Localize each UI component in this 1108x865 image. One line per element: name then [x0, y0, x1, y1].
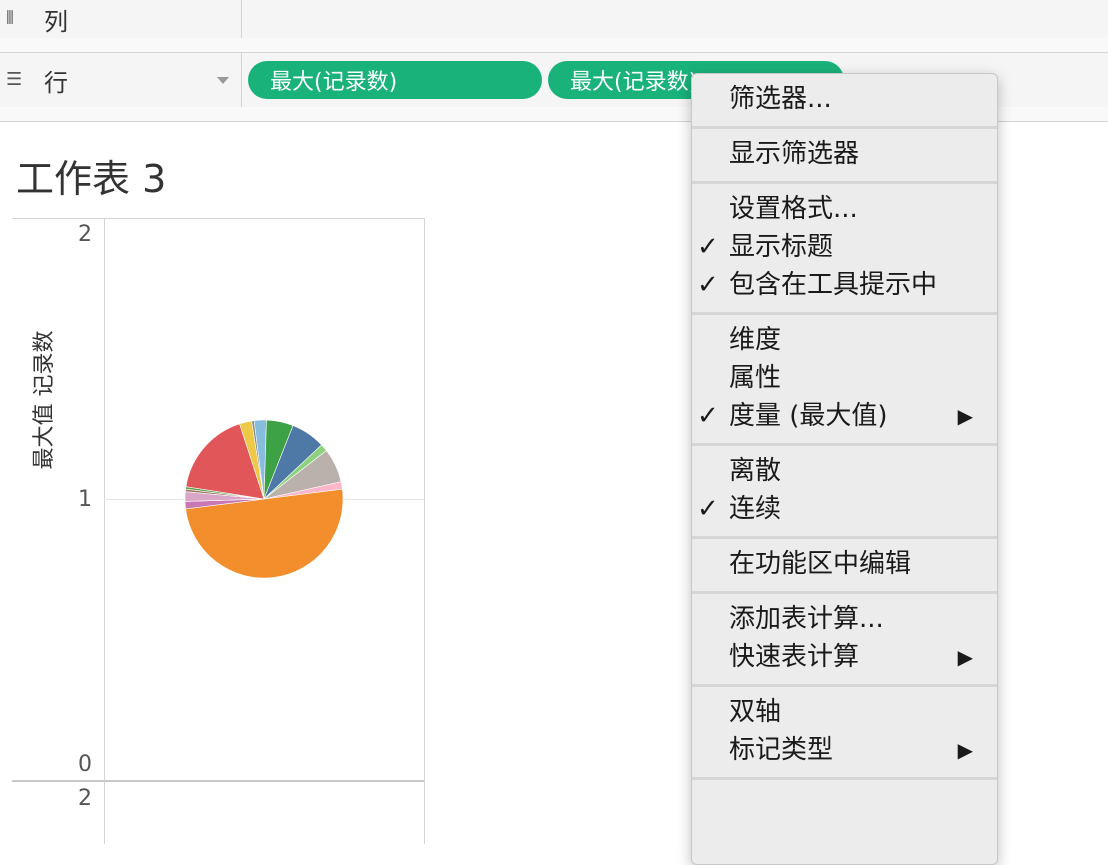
menu-item[interactable]: 在功能区中编辑: [692, 545, 997, 583]
checkmark-icon: ✓: [697, 401, 719, 431]
checkmark-icon: ✓: [697, 270, 719, 300]
menu-group: 筛选器...: [692, 74, 997, 129]
menu-item[interactable]: 显示筛选器: [692, 135, 997, 173]
sheet-title: 工作表 3: [16, 157, 167, 201]
menu-item[interactable]: ✓ 连续: [692, 490, 997, 528]
menu-item-label: 显示标题: [729, 232, 834, 262]
menu-item-label: 双轴: [729, 697, 782, 727]
axis-title: 最大值 记录数: [32, 330, 57, 470]
menu-item-label: 在功能区中编辑: [729, 549, 912, 579]
menu-item[interactable]: 筛选器...: [692, 80, 997, 118]
submenu-arrow-icon: ▶: [957, 645, 973, 669]
submenu-arrow-icon: ▶: [957, 738, 973, 762]
menu-item[interactable]: ✓ 显示标题: [692, 228, 997, 266]
menu-item-label: 属性: [729, 363, 782, 393]
menu-item-label: 离散: [729, 456, 782, 486]
menu-item[interactable]: ✓ 度量 (最大值) ▶: [692, 397, 997, 435]
submenu-arrow-icon: ▶: [957, 404, 973, 428]
columns-label: 列: [44, 7, 68, 36]
menu-item-label: 维度: [729, 325, 782, 355]
axis-tick-label: 0: [78, 752, 92, 777]
rows-label: 行: [44, 68, 68, 97]
menu-item[interactable]: ✓ 包含在工具提示中: [692, 266, 997, 304]
axis-tick-label: 2: [78, 786, 92, 811]
menu-item[interactable]: 快速表计算 ▶: [692, 638, 997, 676]
menu-item[interactable]: 双轴: [692, 693, 997, 731]
menu-item-label: 包含在工具提示中: [729, 270, 938, 300]
columns-shelf-label: ⦀ 列: [0, 0, 242, 38]
menu-group: 添加表计算... 快速表计算 ▶: [692, 594, 997, 687]
menu-item-label: 筛选器...: [729, 84, 832, 114]
menu-item[interactable]: 维度: [692, 321, 997, 359]
checkmark-icon: ✓: [697, 232, 719, 262]
menu-item-label: 设置格式...: [729, 194, 858, 224]
menu-item-label: 度量 (最大值): [729, 401, 888, 431]
menu-item-label: 连续: [729, 494, 782, 524]
chevron-down-icon[interactable]: [217, 77, 229, 84]
menu-item-label: 显示筛选器: [729, 139, 860, 169]
rows-shelf-label: ☰ 行: [0, 53, 242, 107]
menu-item[interactable]: 添加表计算...: [692, 600, 997, 638]
pie-chart[interactable]: [104, 218, 424, 780]
menu-item-label: 添加表计算...: [729, 604, 884, 634]
context-menu[interactable]: 筛选器... 显示筛选器设置格式... ✓ 显示标题 ✓ 包含在工具提示中 维度属性 ✓ 度量 …: [691, 73, 998, 865]
menu-group: 设置格式... ✓ 显示标题 ✓ 包含在工具提示中: [692, 184, 997, 315]
menu-group: 维度属性 ✓ 度量 (最大值) ▶: [692, 315, 997, 446]
menu-group: 离散 ✓ 连续: [692, 446, 997, 539]
columns-icon: ⦀: [6, 8, 14, 29]
menu-item[interactable]: 离散: [692, 452, 997, 490]
menu-group: 显示筛选器: [692, 129, 997, 184]
menu-group: 双轴标记类型 ▶: [692, 687, 997, 780]
rows-icon: ☰: [6, 69, 23, 90]
shelf-separator: [0, 38, 1108, 52]
pane-border-right: [424, 218, 425, 844]
measure-pill[interactable]: 最大(记录数): [248, 61, 542, 99]
menu-item-label: 快速表计算: [729, 642, 860, 672]
checkmark-icon: ✓: [697, 494, 719, 524]
columns-shelf[interactable]: ⦀ 列: [0, 0, 1108, 39]
menu-item[interactable]: 标记类型 ▶: [692, 731, 997, 769]
menu-item-label: 标记类型: [729, 735, 834, 765]
menu-item[interactable]: 属性: [692, 359, 997, 397]
pane-divider: [12, 780, 424, 782]
menu-item[interactable]: 设置格式...: [692, 190, 997, 228]
axis-tick-label: 2: [78, 222, 92, 247]
menu-group: 在功能区中编辑: [692, 539, 997, 594]
